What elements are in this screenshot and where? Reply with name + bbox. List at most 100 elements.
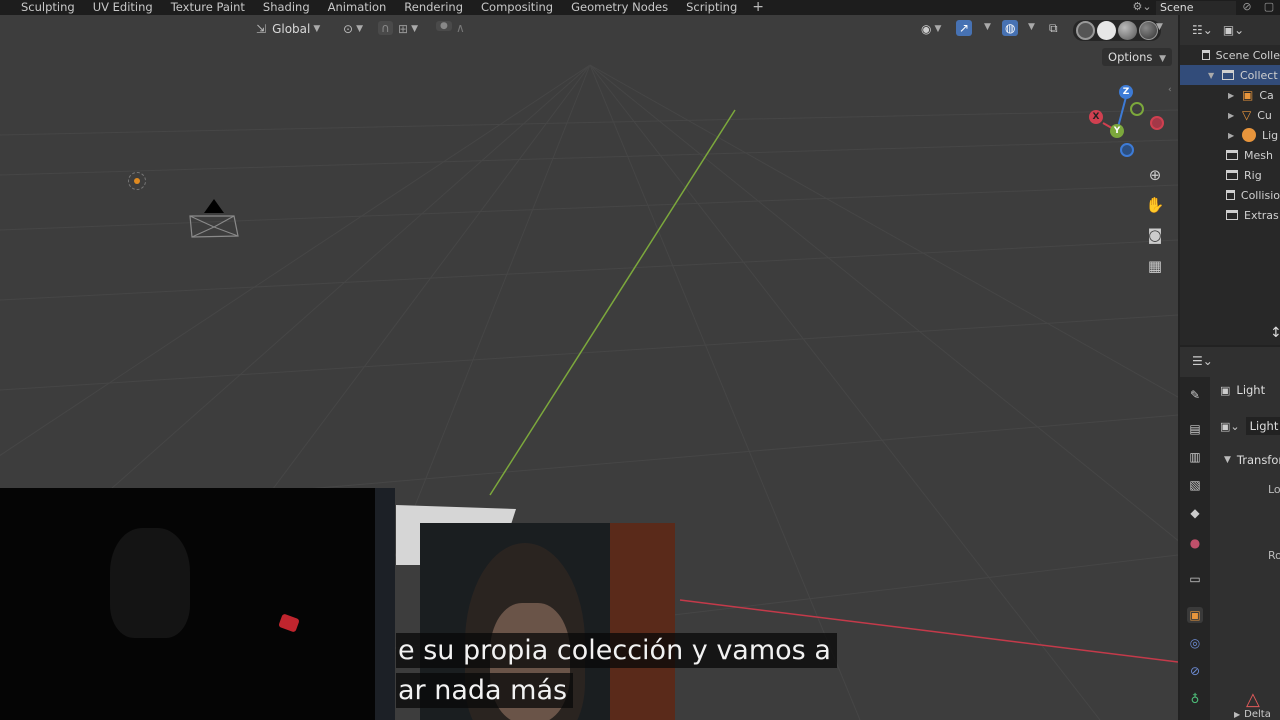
plus-icon[interactable]: + — [746, 0, 770, 14]
tab-compositing[interactable]: Compositing — [472, 0, 562, 15]
camera-object-icon[interactable] — [186, 193, 242, 243]
tab-sculpting[interactable]: Sculpting — [0, 0, 84, 15]
transform-orientation-icon: ⇲ — [256, 22, 267, 36]
red-light-shape — [278, 613, 300, 633]
tab-uv-editing[interactable]: UV Editing — [84, 0, 162, 15]
outliner: ☷⌄ ▣⌄ Scene Colle ▼ Collect ▶ ▣ Ca ▶ ▽ C… — [1180, 15, 1280, 345]
collection-icon — [1226, 190, 1235, 200]
rotation-label: Ro — [1268, 549, 1280, 562]
datablock-icon[interactable]: ▣⌄ — [1220, 420, 1240, 433]
zoom-icon[interactable]: ⊕ — [1143, 163, 1167, 187]
workspace-bar: Sculpting UV Editing Texture Paint Shadi… — [0, 0, 1280, 15]
scene-icon[interactable]: ⚙⌄ — [1128, 0, 1156, 15]
light-data-tab-icon[interactable]: ♁ — [1187, 691, 1203, 707]
outliner-row-scene-collection[interactable]: Scene Colle — [1180, 45, 1280, 65]
sidebar-toggle-icon[interactable]: ‹ — [1168, 85, 1172, 95]
delta-transform-header[interactable]: ▶ Delta — [1234, 709, 1271, 720]
navigation-gizmo[interactable]: Z X Y — [1088, 85, 1168, 165]
pivot-point-dropdown[interactable]: ⊙ ▼ — [343, 22, 363, 36]
neg-y-axis-icon[interactable] — [1130, 102, 1144, 116]
camera-view-icon[interactable]: ◙ — [1143, 223, 1167, 247]
editor-type-icon[interactable]: ☷⌄ — [1192, 23, 1213, 37]
chevron-right-icon: ▶ — [1234, 710, 1241, 719]
tab-scripting[interactable]: Scripting — [677, 0, 746, 15]
overlays-toggle[interactable]: ◍ — [1002, 20, 1019, 36]
chevron-down-icon: ▼ — [1156, 22, 1163, 32]
properties-editor: ☰⌄ ✎ ▤ ▥ ▧ ◆ ● ▭ ▣ ◎ ⊘ ♁ ▣ Light ▣⌄ Ligh… — [1180, 345, 1280, 720]
z-axis-icon[interactable]: Z — [1119, 85, 1133, 99]
gizmo-dropdown[interactable]: ▼ — [981, 22, 991, 32]
outliner-row-camera[interactable]: ▶ ▣ Ca — [1180, 85, 1280, 105]
expand-triangle-icon[interactable]: ▼ — [1208, 71, 1218, 80]
scene-name-field[interactable]: Scene — [1156, 0, 1236, 15]
tool-tab-icon[interactable]: ✎ — [1187, 387, 1203, 403]
delete-scene-icon[interactable]: ▢ — [1258, 0, 1280, 15]
object-name-label: Light — [1236, 383, 1266, 397]
x-axis-icon[interactable]: X — [1089, 110, 1103, 124]
y-axis-line — [489, 109, 736, 496]
y-axis-icon[interactable]: Y — [1110, 124, 1124, 138]
outliner-row-mesh[interactable]: Mesh — [1180, 145, 1280, 165]
constraints-tab-icon[interactable]: ⊘ — [1187, 663, 1203, 679]
display-mode-icon[interactable]: ▣⌄ — [1223, 23, 1244, 37]
world-tab-icon[interactable]: ● — [1187, 535, 1203, 551]
options-dropdown[interactable]: Options ▼ — [1102, 48, 1172, 66]
material-preview-icon[interactable] — [1118, 21, 1137, 40]
proportional-icon: ● — [440, 21, 448, 31]
overlays-dropdown[interactable]: ▼ — [1025, 22, 1035, 32]
physics-tab-icon[interactable]: ◎ — [1187, 635, 1203, 651]
object-tab-icon[interactable]: ▣ — [1187, 607, 1203, 623]
collection-tab-icon[interactable]: ▭ — [1187, 571, 1203, 587]
snap-toggle[interactable]: ∩ — [378, 21, 393, 35]
xray-toggle[interactable]: ⧉ — [1049, 21, 1058, 36]
outliner-row-label: Scene Colle — [1215, 48, 1280, 62]
outliner-row-cube[interactable]: ▶ ▽ Cu — [1180, 105, 1280, 125]
right-panels: ☷⌄ ▣⌄ Scene Colle ▼ Collect ▶ ▣ Ca ▶ ▽ C… — [1178, 15, 1280, 720]
snap-target-dropdown[interactable]: ⊞ ▼ — [398, 22, 418, 36]
tab-shading[interactable]: Shading — [254, 0, 319, 15]
render-tab-icon[interactable]: ▤ — [1187, 421, 1203, 437]
gizmo-toggle[interactable]: ↗ — [956, 20, 973, 36]
tab-rendering[interactable]: Rendering — [395, 0, 472, 15]
datablock-name-field[interactable]: Light — [1245, 417, 1280, 435]
scene-tab-icon[interactable]: ◆ — [1187, 505, 1203, 521]
pan-hand-icon[interactable]: ✋ — [1143, 193, 1167, 217]
magnet-icon: ∩ — [381, 21, 390, 35]
tab-texture-paint[interactable]: Texture Paint — [162, 0, 254, 15]
outliner-row-light[interactable]: ▶ Lig — [1180, 125, 1280, 145]
outliner-row-label: Collect — [1240, 68, 1278, 82]
outliner-row-rig[interactable]: Rig — [1180, 165, 1280, 185]
new-scene-icon[interactable]: ⊘ — [1236, 0, 1258, 15]
wireframe-shading-icon[interactable] — [1076, 21, 1095, 40]
neg-z-axis-icon[interactable] — [1120, 143, 1134, 157]
visibility-dropdown[interactable]: ◉ ▼ — [921, 22, 941, 36]
falloff-dropdown[interactable]: ∧ — [456, 21, 465, 35]
properties-tabs: ✎ ▤ ▥ ▧ ◆ ● ▭ ▣ ◎ ⊘ ♁ — [1180, 377, 1210, 720]
outliner-row-label: Rig — [1244, 168, 1262, 182]
outliner-row-collision[interactable]: Collisio — [1180, 185, 1280, 205]
view-layer-tab-icon[interactable]: ▧ — [1187, 477, 1203, 493]
shading-modes — [1073, 20, 1161, 41]
chevron-down-icon: ▼ — [934, 24, 942, 34]
transform-panel-header[interactable]: ▼ Transfor — [1224, 453, 1280, 467]
datablock-row: ▣⌄ Light — [1220, 417, 1280, 435]
shading-dropdown[interactable]: ▼ — [1153, 22, 1163, 32]
expand-triangle-icon[interactable]: ▶ — [1228, 131, 1238, 140]
tab-animation[interactable]: Animation — [319, 0, 396, 15]
orientation-dropdown[interactable]: ⇲ Global ▼ — [256, 22, 320, 36]
collection-icon — [1226, 210, 1238, 220]
properties-editor-type-icon[interactable]: ☰⌄ — [1192, 354, 1213, 368]
output-tab-icon[interactable]: ▥ — [1187, 449, 1203, 465]
chevron-down-icon: ▼ — [1224, 455, 1231, 465]
neg-x-axis-icon[interactable] — [1150, 116, 1164, 130]
expand-triangle-icon[interactable]: ▶ — [1228, 111, 1238, 120]
outliner-row-extras[interactable]: Extras — [1180, 205, 1280, 225]
light-object-icon[interactable] — [128, 172, 146, 190]
outliner-row-collection[interactable]: ▼ Collect — [1180, 65, 1280, 85]
expand-triangle-icon[interactable]: ▶ — [1228, 91, 1238, 100]
tab-geometry-nodes[interactable]: Geometry Nodes — [562, 0, 677, 15]
transform-section-label: Transfor — [1236, 453, 1280, 467]
proportional-editing-toggle[interactable]: ● — [436, 21, 452, 31]
solid-shading-icon[interactable] — [1097, 21, 1116, 40]
perspective-grid-icon[interactable]: ▦ — [1143, 254, 1167, 278]
